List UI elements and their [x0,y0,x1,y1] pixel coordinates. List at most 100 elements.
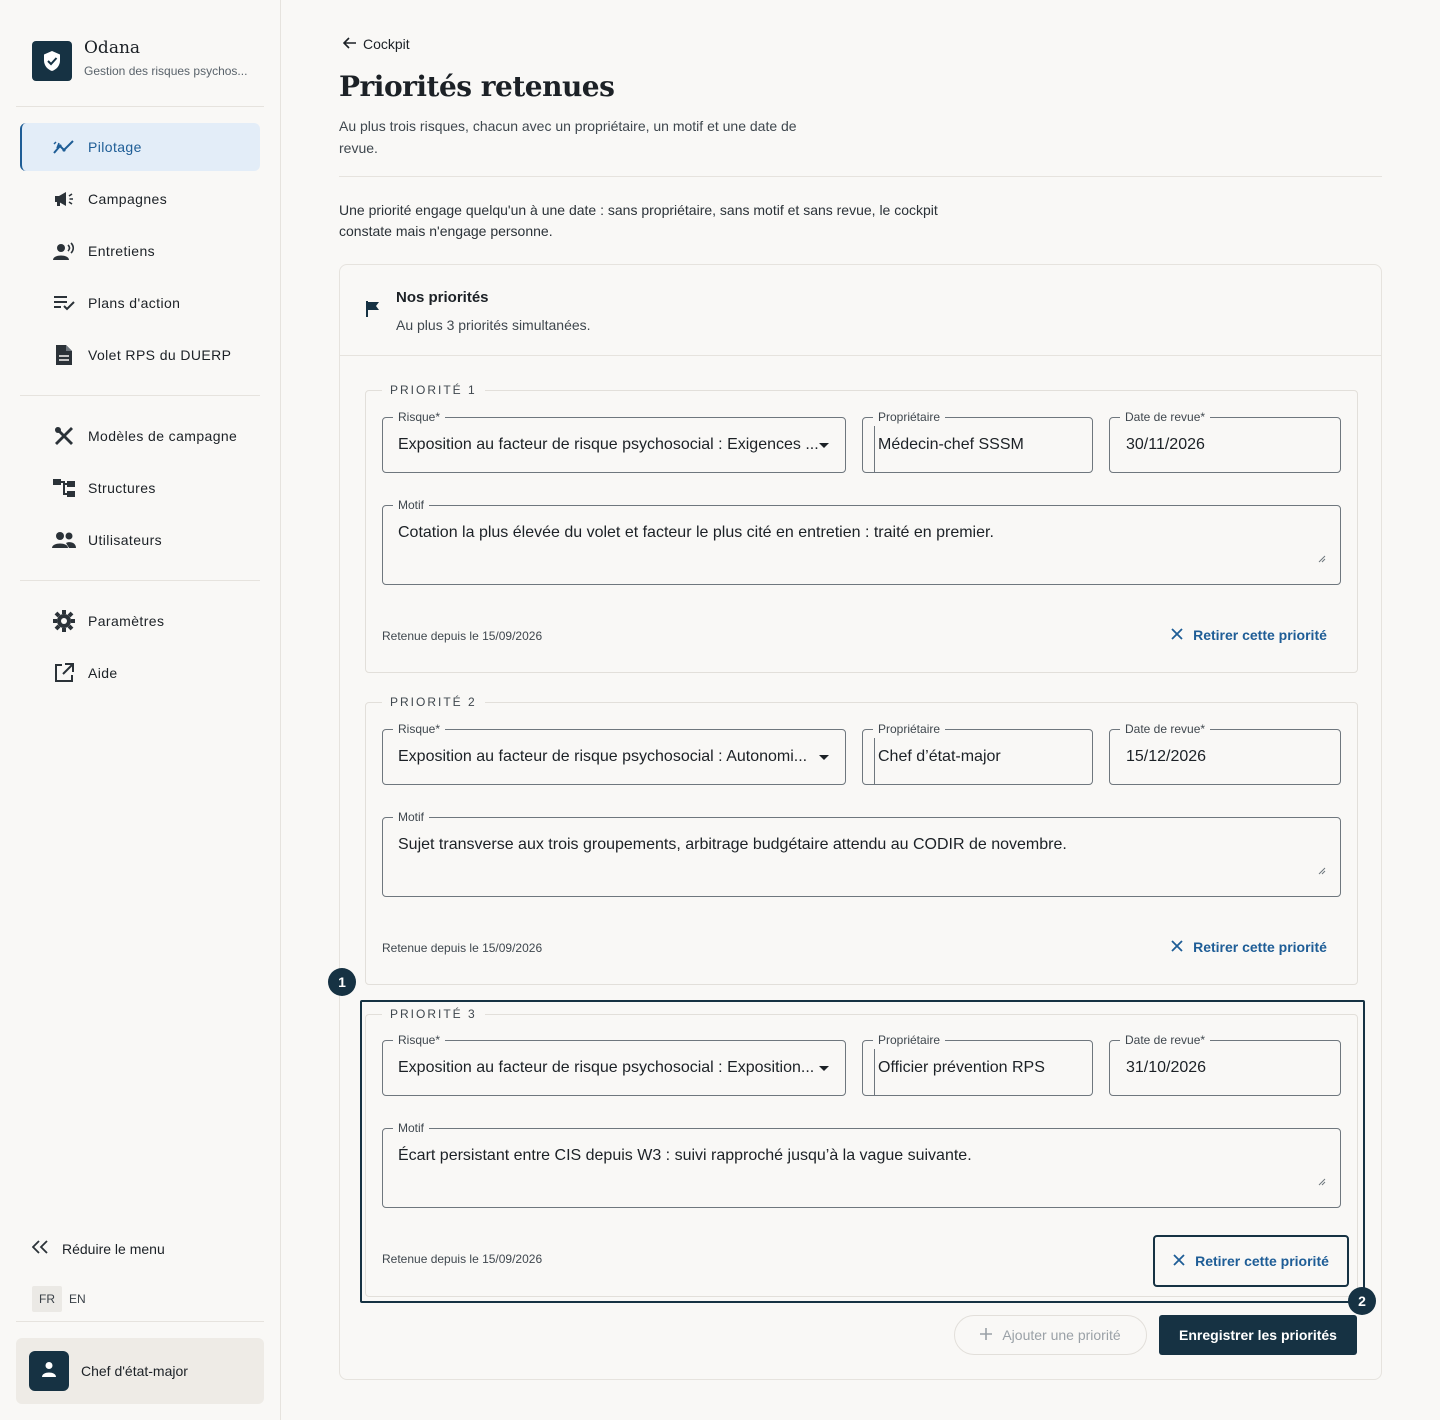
sidebar-item-pilotage[interactable]: Pilotage [20,123,260,171]
hierarchy-icon [52,476,76,500]
back-link[interactable]: Cockpit [342,36,410,52]
sidebar-item-label: Entretiens [88,243,156,259]
risk-select[interactable]: Risque* Exposition au facteur de risque … [382,722,846,785]
save-priorities-button[interactable]: Enregistrer les priorités [1159,1315,1357,1355]
sidebar-item-structures[interactable]: Structures [20,464,260,512]
field-label: Propriétaire [873,722,946,736]
close-icon [1171,627,1183,643]
caret-down-icon [819,755,829,760]
sidebar-item-label: Aide [88,665,118,681]
sidebar-item-label: Pilotage [88,139,142,155]
review-date-field[interactable]: Date de revue* 15/12/2026 [1109,722,1341,785]
card-subtitle: Au plus 3 priorités simultanées. [396,317,591,333]
person-icon [41,1361,57,1382]
reduce-menu-button[interactable]: Réduire le menu [31,1240,165,1257]
lang-en[interactable]: EN [62,1286,93,1312]
reason-textarea[interactable]: Motif Cotation la plus élevée du volet e… [382,498,1341,585]
sidebar-divider [16,1321,264,1322]
field-label: Date de revue* [1120,410,1211,424]
users-icon [52,528,76,552]
user-name: Chef d'état-major [81,1363,188,1379]
brand[interactable]: Odana Gestion des risques psychos... [32,38,248,81]
owner-value: Médecin-chef SSSM [878,436,1024,453]
risk-select[interactable]: Risque* Exposition au facteur de risque … [382,410,846,473]
list-check-icon [52,291,76,315]
field-label: Motif [393,498,430,512]
owner-field[interactable]: Propriétaire Médecin-chef SSSM [862,410,1093,473]
double-chevron-left-icon [31,1240,48,1257]
reason-textarea[interactable]: Motif Sujet transverse aux trois groupem… [382,810,1341,897]
sidebar: Odana Gestion des risques psychos... Pil… [0,0,281,1420]
annotation-badge-1: 1 [328,968,356,996]
resize-handle-icon[interactable] [1318,862,1326,880]
sidebar-divider [16,106,264,107]
risk-value: Exposition au facteur de risque psychoso… [398,748,808,765]
reason-value: Sujet transverse aux trois groupements, … [398,836,1067,853]
owner-field[interactable]: Propriétaire Chef d’état-major [862,722,1093,785]
app-subtitle: Gestion des risques psychos... [84,64,248,78]
card-header: Nos priorités Au plus 3 priorités simult… [340,265,1381,356]
sidebar-item-label: Plans d'action [88,295,181,311]
field-label: Risque* [393,722,446,736]
risk-value: Exposition au facteur de risque psychoso… [398,436,819,453]
annotation-highlight [360,1000,1365,1303]
field-label: Date de revue* [1120,722,1211,736]
caret-down-icon [819,443,829,448]
priority-group-2: PRIORITÉ 2 Risque* Exposition au facteur… [365,695,1358,985]
remove-priority-button[interactable]: Retirer cette priorité [1154,929,1344,965]
add-priority-button[interactable]: Ajouter une priorité [954,1315,1147,1355]
text-cursor [874,426,875,472]
priority-legend: PRIORITÉ 1 [382,383,485,397]
review-date-value: 30/11/2026 [1126,436,1205,453]
language-switch: FR EN [32,1286,93,1312]
remove-label: Retirer cette priorité [1193,939,1327,955]
shield-check-icon [32,41,72,81]
sidebar-item-utilisateurs[interactable]: Utilisateurs [20,516,260,564]
lang-fr[interactable]: FR [32,1286,62,1312]
review-date-field[interactable]: Date de revue* 30/11/2026 [1109,410,1341,473]
sidebar-item-aide[interactable]: Aide [20,649,260,697]
sidebar-item-parametres[interactable]: Paramètres [20,597,260,645]
reason-value: Cotation la plus élevée du volet et fact… [398,524,994,541]
retained-since: Retenue depuis le 15/09/2026 [382,629,543,643]
gear-icon [52,609,76,633]
divider [339,176,1382,177]
reduce-menu-label: Réduire le menu [62,1240,165,1257]
sidebar-item-entretiens[interactable]: Entretiens [20,227,260,275]
resize-handle-icon[interactable] [1318,550,1326,568]
arrow-left-icon [342,36,357,52]
retained-since: Retenue depuis le 15/09/2026 [382,941,543,955]
document-icon [52,343,76,367]
user-card[interactable]: Chef d'état-major [16,1338,264,1404]
card-title: Nos priorités [396,289,489,306]
sidebar-item-label: Structures [88,480,156,496]
sidebar-item-label: Utilisateurs [88,532,163,548]
remove-priority-button[interactable]: Retirer cette priorité [1154,617,1344,653]
owner-value: Chef d’état-major [878,748,1001,765]
sidebar-item-plans-action[interactable]: Plans d'action [20,279,260,327]
external-link-icon [52,661,76,685]
sidebar-item-label: Campagnes [88,191,168,207]
person-voice-icon [52,239,76,263]
plus-icon [980,1327,993,1343]
review-date-value: 15/12/2026 [1126,748,1207,765]
sidebar-item-label: Volet RPS du DUERP [88,347,232,363]
field-label: Motif [393,810,430,824]
sidebar-item-modeles-campagne[interactable]: Modèles de campagne [20,412,260,460]
back-label: Cockpit [363,36,410,52]
flag-icon [366,301,380,322]
tools-icon [52,424,76,448]
chart-line-icon [52,135,76,159]
sidebar-divider [20,580,260,581]
annotation-badge-2: 2 [1348,1287,1376,1315]
sidebar-item-volet-rps[interactable]: Volet RPS du DUERP [20,331,260,379]
page-subtitle: Au plus trois risques, chacun avec un pr… [339,118,797,156]
intro-text: Une priorité engage quelqu'un à une date… [339,202,938,239]
field-label: Risque* [393,410,446,424]
text-cursor [874,738,875,784]
avatar [29,1351,69,1391]
sidebar-item-campagnes[interactable]: Campagnes [20,175,260,223]
sidebar-item-label: Modèles de campagne [88,428,238,444]
priority-legend: PRIORITÉ 2 [382,695,485,709]
add-priority-label: Ajouter une priorité [1002,1327,1121,1343]
